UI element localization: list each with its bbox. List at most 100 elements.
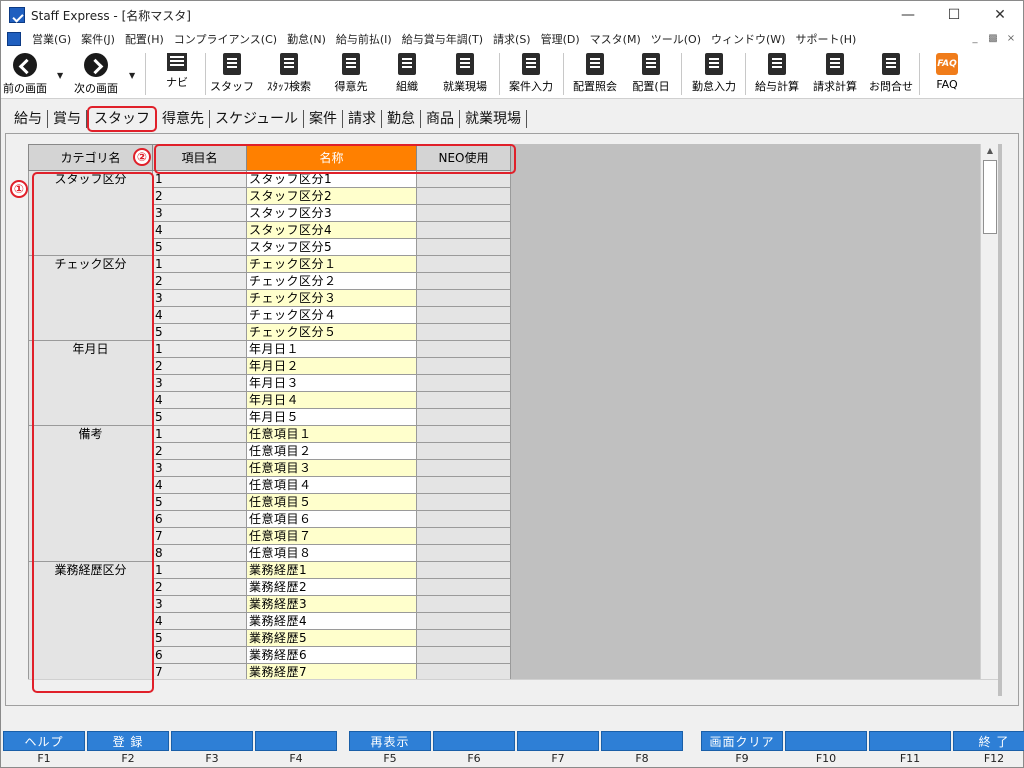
name-cell[interactable]: 任意項目３ [246, 459, 417, 477]
menu-window[interactable]: ウィンドウ(W) [706, 31, 790, 47]
menu-payroll[interactable]: 給与賞与年調(T) [397, 31, 488, 47]
vertical-scrollbar[interactable]: ▲ [980, 144, 998, 679]
tab-product[interactable]: 商品 [421, 108, 459, 130]
name-cell[interactable]: 業務経歴7 [246, 663, 417, 681]
menu-tools[interactable]: ツール(O) [646, 31, 706, 47]
item-number-cell[interactable]: 1 [152, 340, 247, 358]
staff-button[interactable]: スタッフ [207, 51, 257, 97]
name-cell[interactable]: チェック区分４ [246, 306, 417, 324]
tab-payroll[interactable]: 給与 [9, 108, 47, 130]
neo-use-cell[interactable] [416, 357, 511, 375]
horizontal-scrollbar[interactable] [28, 679, 998, 696]
item-number-cell[interactable]: 2 [152, 442, 247, 460]
contact-button[interactable]: お問合せ [863, 51, 919, 97]
neo-use-cell[interactable] [416, 527, 511, 545]
neo-use-cell[interactable] [416, 578, 511, 596]
neo-use-cell[interactable] [416, 323, 511, 341]
attendance-input-button[interactable]: 勤怠入力 [685, 51, 743, 97]
next-dropdown-icon[interactable]: ▼ [129, 71, 135, 80]
item-number-cell[interactable]: 3 [152, 374, 247, 392]
neo-use-cell[interactable] [416, 561, 511, 579]
name-cell[interactable]: 任意項目５ [246, 493, 417, 511]
item-number-cell[interactable]: 6 [152, 646, 247, 664]
item-number-cell[interactable]: 5 [152, 493, 247, 511]
fkey-f5-button[interactable]: 再表示 [349, 731, 431, 751]
name-cell[interactable]: 任意項目６ [246, 510, 417, 528]
case-input-button[interactable]: 案件入力 [501, 51, 561, 97]
name-cell[interactable]: 年月日４ [246, 391, 417, 409]
menu-attendance[interactable]: 勤怠(N) [282, 31, 331, 47]
tab-bonus[interactable]: 賞与 [48, 108, 86, 130]
item-number-cell[interactable]: 8 [152, 544, 247, 562]
item-number-cell[interactable]: 1 [152, 425, 247, 443]
navi-button[interactable]: ナビ [159, 51, 195, 97]
scroll-up-icon[interactable]: ▲ [981, 144, 999, 158]
mdi-close-icon[interactable]: × [1003, 31, 1019, 46]
neo-use-cell[interactable] [416, 544, 511, 562]
name-cell[interactable]: 任意項目２ [246, 442, 417, 460]
client-button[interactable]: 得意先 [325, 51, 377, 97]
next-screen-button[interactable]: 次の画面 [69, 51, 123, 97]
menu-advance-pay[interactable]: 給与前払(I) [331, 31, 397, 47]
neo-use-cell[interactable] [416, 238, 511, 256]
menu-billing[interactable]: 請求(S) [488, 31, 536, 47]
worksite-button[interactable]: 就業現場 [435, 51, 495, 97]
fkey-f12-button[interactable]: 終 了 [953, 731, 1024, 751]
name-cell[interactable]: スタッフ区分2 [246, 187, 417, 205]
neo-use-cell[interactable] [416, 425, 511, 443]
item-number-cell[interactable]: 4 [152, 391, 247, 409]
assign-day-button[interactable]: 配置(日 [625, 51, 677, 97]
neo-use-cell[interactable] [416, 187, 511, 205]
item-number-cell[interactable]: 3 [152, 459, 247, 477]
menu-compliance[interactable]: コンプライアンス(C) [169, 31, 282, 47]
item-number-cell[interactable]: 5 [152, 323, 247, 341]
fkey-f9-button[interactable]: 画面クリア [701, 731, 783, 751]
menu-case[interactable]: 案件(J) [76, 31, 120, 47]
neo-use-cell[interactable] [416, 442, 511, 460]
neo-use-cell[interactable] [416, 459, 511, 477]
staff-search-button[interactable]: ｽﾀｯﾌ検索 [257, 51, 321, 97]
name-cell[interactable]: 業務経歴4 [246, 612, 417, 630]
neo-use-cell[interactable] [416, 306, 511, 324]
mdi-restore-icon[interactable]: ▩ [985, 31, 1001, 46]
prev-screen-button[interactable]: 前の画面 [1, 51, 49, 97]
name-cell[interactable]: 業務経歴5 [246, 629, 417, 647]
app-menu-icon[interactable] [7, 32, 21, 46]
name-cell[interactable]: 業務経歴1 [246, 561, 417, 579]
fkey-f10-button[interactable] [785, 731, 867, 751]
item-number-cell[interactable]: 7 [152, 663, 247, 681]
fkey-f4-button[interactable] [255, 731, 337, 751]
tab-case[interactable]: 案件 [304, 108, 342, 130]
tab-worksite[interactable]: 就業現場 [460, 108, 526, 130]
scroll-thumb[interactable] [983, 160, 997, 234]
bill-calc-button[interactable]: 請求計算 [807, 51, 863, 97]
tab-schedule[interactable]: スケジュール [210, 108, 303, 130]
prev-dropdown-icon[interactable]: ▼ [57, 71, 63, 80]
neo-use-cell[interactable] [416, 629, 511, 647]
item-number-cell[interactable]: 3 [152, 204, 247, 222]
assign-inquiry-button[interactable]: 配置照会 [565, 51, 625, 97]
mdi-minimize-icon[interactable]: _ [967, 31, 983, 46]
fkey-f1-button[interactable]: ヘルプ [3, 731, 85, 751]
item-number-cell[interactable]: 5 [152, 238, 247, 256]
menu-sales[interactable]: 営業(G) [27, 31, 76, 47]
maximize-icon[interactable]: ☐ [931, 1, 977, 29]
name-cell[interactable]: 業務経歴2 [246, 578, 417, 596]
neo-use-cell[interactable] [416, 663, 511, 681]
name-cell[interactable]: 年月日３ [246, 374, 417, 392]
close-icon[interactable]: ✕ [977, 1, 1023, 29]
name-cell[interactable]: 年月日１ [246, 340, 417, 358]
fkey-f7-button[interactable] [517, 731, 599, 751]
neo-use-cell[interactable] [416, 646, 511, 664]
tab-staff[interactable]: スタッフ [87, 106, 157, 132]
tab-attendance[interactable]: 勤怠 [382, 108, 420, 130]
item-number-cell[interactable]: 5 [152, 629, 247, 647]
neo-use-cell[interactable] [416, 476, 511, 494]
neo-use-cell[interactable] [416, 340, 511, 358]
item-number-cell[interactable]: 4 [152, 221, 247, 239]
name-cell[interactable]: スタッフ区分3 [246, 204, 417, 222]
neo-use-cell[interactable] [416, 255, 511, 273]
name-cell[interactable]: チェック区分２ [246, 272, 417, 290]
item-number-cell[interactable]: 4 [152, 612, 247, 630]
name-cell[interactable]: 業務経歴3 [246, 595, 417, 613]
